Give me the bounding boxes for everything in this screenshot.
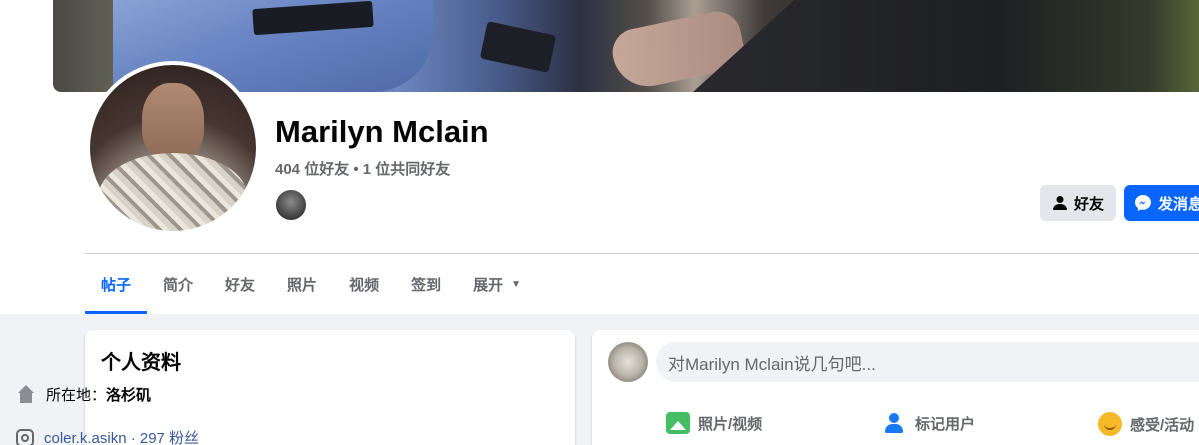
profile-tabs: 帖子 简介 好友 照片 视频 签到 展开 ▼ [85,254,537,314]
tab-checkins[interactable]: 签到 [395,254,457,314]
location-value[interactable]: 洛杉矶 [106,387,151,404]
photo-video-button[interactable]: 照片/视频 [666,412,762,434]
feeling-label: 感受/活动 [1130,416,1195,434]
friends-button[interactable]: 好友 [1040,185,1116,221]
home-icon [16,384,36,405]
cover-photo-detail [479,21,557,73]
friends-button-label: 好友 [1073,195,1104,213]
tab-videos[interactable]: 视频 [333,254,395,314]
tab-about[interactable]: 简介 [147,254,209,314]
intro-title: 个人资料 [101,352,181,374]
tab-label: 简介 [163,276,194,294]
profile-avatar-image [90,65,256,231]
tag-person-icon [885,412,907,434]
profile-name: Marilyn Mclain [275,114,489,149]
composer-avatar[interactable] [608,342,648,382]
tab-photos[interactable]: 照片 [271,254,333,314]
smiley-icon [1098,412,1122,436]
photo-icon [666,412,690,434]
tag-people-label: 标记用户 [915,415,976,433]
tab-label: 签到 [411,276,442,294]
person-icon [1052,196,1067,210]
intro-location-row: 所在地：洛杉矶 [16,384,151,405]
composer-input[interactable]: 对Marilyn Mclain说几句吧... [656,342,1199,382]
tab-label: 照片 [287,276,318,294]
tab-label: 视频 [349,276,380,294]
intro-instagram-row: coler.k.asikn · 297 粉丝 [16,427,199,445]
feeling-button[interactable]: 感受/活动 [1098,412,1194,436]
tab-more[interactable]: 展开 ▼ [457,254,537,314]
friends-count[interactable]: 404 位好友 • 1 位共同好友 [275,158,450,179]
message-button-label: 发消息 [1158,195,1199,213]
messenger-icon [1135,195,1151,211]
tag-people-button[interactable]: 标记用户 [885,412,975,434]
avatar-face [142,83,204,161]
tab-label: 好友 [225,276,256,294]
instagram-icon [16,428,34,445]
instagram-link[interactable]: coler.k.asikn · 297 粉丝 [44,427,199,445]
message-button[interactable]: 发消息 [1124,185,1199,221]
tab-label: 展开 [473,276,504,294]
profile-avatar[interactable] [86,61,260,235]
tab-friends[interactable]: 好友 [209,254,271,314]
avatar-shirt [98,153,248,231]
tab-posts[interactable]: 帖子 [85,254,148,314]
composer-card: 对Marilyn Mclain说几句吧... 照片/视频 标记用户 感受/活动 [592,330,1199,445]
caret-down-icon: ▼ [511,278,522,290]
tab-label: 帖子 [101,276,132,294]
mutual-friend-avatar[interactable] [275,189,307,221]
location-label: 所在地： [46,387,107,404]
photo-video-label: 照片/视频 [698,415,763,433]
cover-photo-detail [693,0,1199,92]
